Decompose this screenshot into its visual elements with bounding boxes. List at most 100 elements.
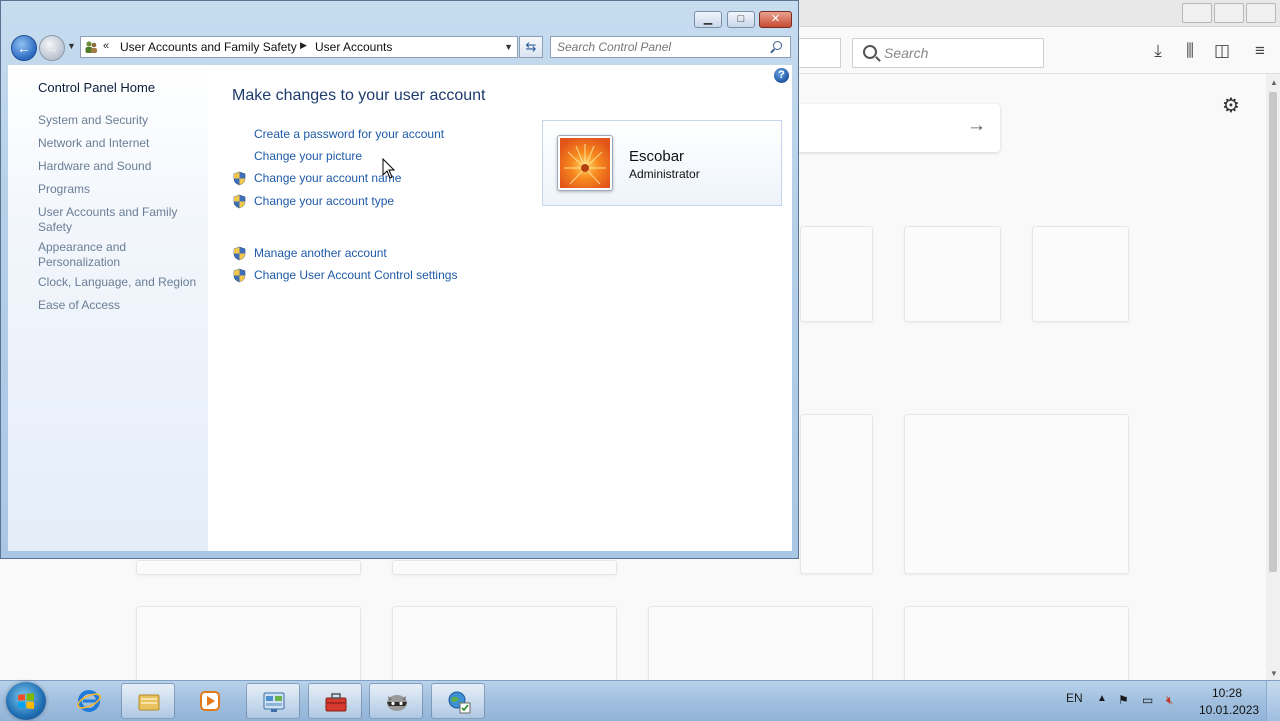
gear-icon[interactable]: ⚙ [1222, 93, 1240, 118]
browser-search-placeholder: Search [884, 45, 929, 61]
change-account-name-link[interactable]: Change your account name [254, 171, 401, 185]
maximize-button[interactable]: □ [727, 11, 755, 28]
back-button[interactable]: ← [11, 35, 37, 61]
taskbar-internet-explorer[interactable] [62, 683, 116, 719]
page-title: Make changes to your user account [232, 87, 486, 104]
minimize-button[interactable]: ▁ [694, 11, 722, 28]
change-account-type-link[interactable]: Change your account type [254, 194, 394, 208]
create-password-link[interactable]: Create a password for your account [254, 127, 444, 141]
account-name: Escobar [629, 148, 685, 165]
recent-pages-dropdown[interactable]: ▼ [67, 41, 76, 51]
highlight-card[interactable] [904, 414, 1129, 574]
start-button[interactable] [6, 682, 46, 720]
left-navigation-pane: Control Panel Home System and Security N… [8, 65, 208, 551]
content-area: Control Panel Home System and Security N… [8, 65, 792, 551]
toolbox-icon [325, 693, 347, 712]
taskbar-media-player[interactable] [183, 683, 237, 719]
uac-settings-link[interactable]: Change User Account Control settings [254, 268, 457, 282]
user-accounts-icon [85, 41, 97, 53]
volume-muted-icon[interactable]: 🔇︎ [1166, 693, 1174, 708]
close-button[interactable]: ✕ [759, 11, 792, 28]
control-panel-icon [263, 692, 285, 712]
taskbar-toolbox[interactable] [308, 683, 362, 719]
arrow-right-icon[interactable]: → [967, 115, 986, 137]
help-icon[interactable]: ? [774, 68, 789, 83]
scroll-up-icon[interactable]: ▲ [1270, 78, 1278, 87]
change-picture-link[interactable]: Change your picture [254, 149, 362, 163]
browser-restore-button[interactable] [1214, 3, 1244, 23]
highlight-card[interactable] [136, 606, 361, 688]
highlight-card[interactable] [904, 606, 1129, 688]
browser-scrollbar[interactable]: ▲ ▼ [1266, 74, 1280, 680]
mouse-cursor-icon [382, 158, 396, 179]
highlight-card[interactable] [648, 606, 873, 688]
show-desktop-button[interactable] [1266, 681, 1280, 721]
forward-button[interactable]: → [39, 35, 65, 61]
sidebar-item-ease-of-access[interactable]: Ease of Access [38, 298, 203, 313]
sidebar-item-clock-language-region[interactable]: Clock, Language, and Region [38, 275, 203, 290]
history-chevron-icon[interactable]: « [103, 40, 109, 52]
file-explorer-icon [138, 694, 160, 711]
top-site-tile[interactable] [904, 226, 1001, 322]
language-indicator[interactable]: EN [1066, 691, 1083, 705]
address-bar[interactable]: « User Accounts and Family Safety ▶ User… [80, 36, 518, 58]
highlight-card[interactable] [136, 560, 361, 575]
flower-picture-icon [560, 138, 610, 188]
taskbar-file-explorer[interactable] [121, 683, 175, 719]
sidebar-icon[interactable]: ◫ [1210, 39, 1234, 63]
account-card: Escobar Administrator [542, 120, 782, 206]
clock-date[interactable]: 10.01.2023 [1199, 703, 1259, 717]
taskbar: EN ▲ ⚑ ▭ 🔇︎ 10:28 10.01.2023 [0, 680, 1280, 721]
menu-icon[interactable]: ≡ [1248, 39, 1272, 63]
breadcrumb-separator-icon[interactable]: ▶ [300, 40, 307, 51]
arrow-left-icon: ← [17, 40, 31, 56]
clock-time[interactable]: 10:28 [1212, 686, 1242, 700]
taskbar-raccoon-app[interactable] [369, 683, 423, 719]
search-input[interactable] [557, 38, 757, 56]
scrollbar-thumb[interactable] [1269, 92, 1277, 572]
maximize-icon: □ [737, 13, 745, 25]
sidebar-item-network-internet[interactable]: Network and Internet [38, 136, 203, 151]
minimize-icon: ▁ [703, 13, 713, 25]
highlight-card[interactable] [800, 414, 873, 574]
breadcrumb-user-accounts[interactable]: User Accounts [315, 40, 392, 54]
control-panel-window: ▁ □ ✕ ← → ▼ « User Accounts and Family S… [0, 0, 799, 559]
manage-another-account-link[interactable]: Manage another account [254, 246, 387, 260]
sidebar-item-appearance[interactable]: Appearance and Personalization [38, 240, 158, 270]
arrow-right-icon: → [45, 40, 59, 56]
scroll-down-icon[interactable]: ▼ [1270, 669, 1278, 678]
library-icon[interactable]: ⫼ [1178, 39, 1202, 63]
taskbar-control-panel[interactable] [246, 683, 300, 719]
control-panel-search[interactable] [550, 36, 791, 58]
uac-shield-icon [233, 194, 246, 209]
network-icon[interactable]: ▭ [1142, 693, 1153, 707]
address-dropdown-icon[interactable]: ▼ [504, 42, 513, 52]
breadcrumb-user-accounts-family-safety[interactable]: User Accounts and Family Safety [120, 40, 297, 54]
close-icon: ✕ [770, 13, 781, 25]
taskbar-network-app[interactable] [431, 683, 485, 719]
windows-logo-icon [18, 693, 34, 709]
control-panel-home-link[interactable]: Control Panel Home [38, 80, 155, 95]
avatar[interactable] [557, 135, 613, 191]
sidebar-item-user-accounts[interactable]: User Accounts and Family Safety [38, 205, 188, 235]
highlight-card[interactable] [392, 606, 617, 688]
downloads-icon[interactable]: ⤓ [1146, 39, 1170, 63]
refresh-icon: ⇆ [525, 39, 537, 54]
top-site-tile[interactable] [800, 226, 873, 322]
browser-search-field[interactable]: → [795, 104, 1000, 152]
browser-minimize-button[interactable] [1182, 3, 1212, 23]
highlight-card[interactable] [392, 560, 617, 575]
show-hidden-icons-icon[interactable]: ▲ [1097, 693, 1107, 704]
network-globe-icon [448, 691, 471, 714]
action-center-flag-icon[interactable]: ⚑ [1118, 693, 1129, 707]
uac-shield-icon [233, 171, 246, 186]
sidebar-item-hardware-sound[interactable]: Hardware and Sound [38, 159, 203, 174]
sidebar-item-programs[interactable]: Programs [38, 182, 203, 197]
refresh-button[interactable]: ⇆ [519, 36, 543, 58]
raccoon-app-icon [387, 695, 407, 711]
top-site-tile[interactable] [1032, 226, 1129, 322]
sidebar-item-system-security[interactable]: System and Security [38, 113, 203, 128]
search-icon[interactable] [773, 41, 782, 50]
browser-close-button[interactable] [1246, 3, 1276, 23]
browser-search-box[interactable]: Search [852, 38, 1044, 68]
